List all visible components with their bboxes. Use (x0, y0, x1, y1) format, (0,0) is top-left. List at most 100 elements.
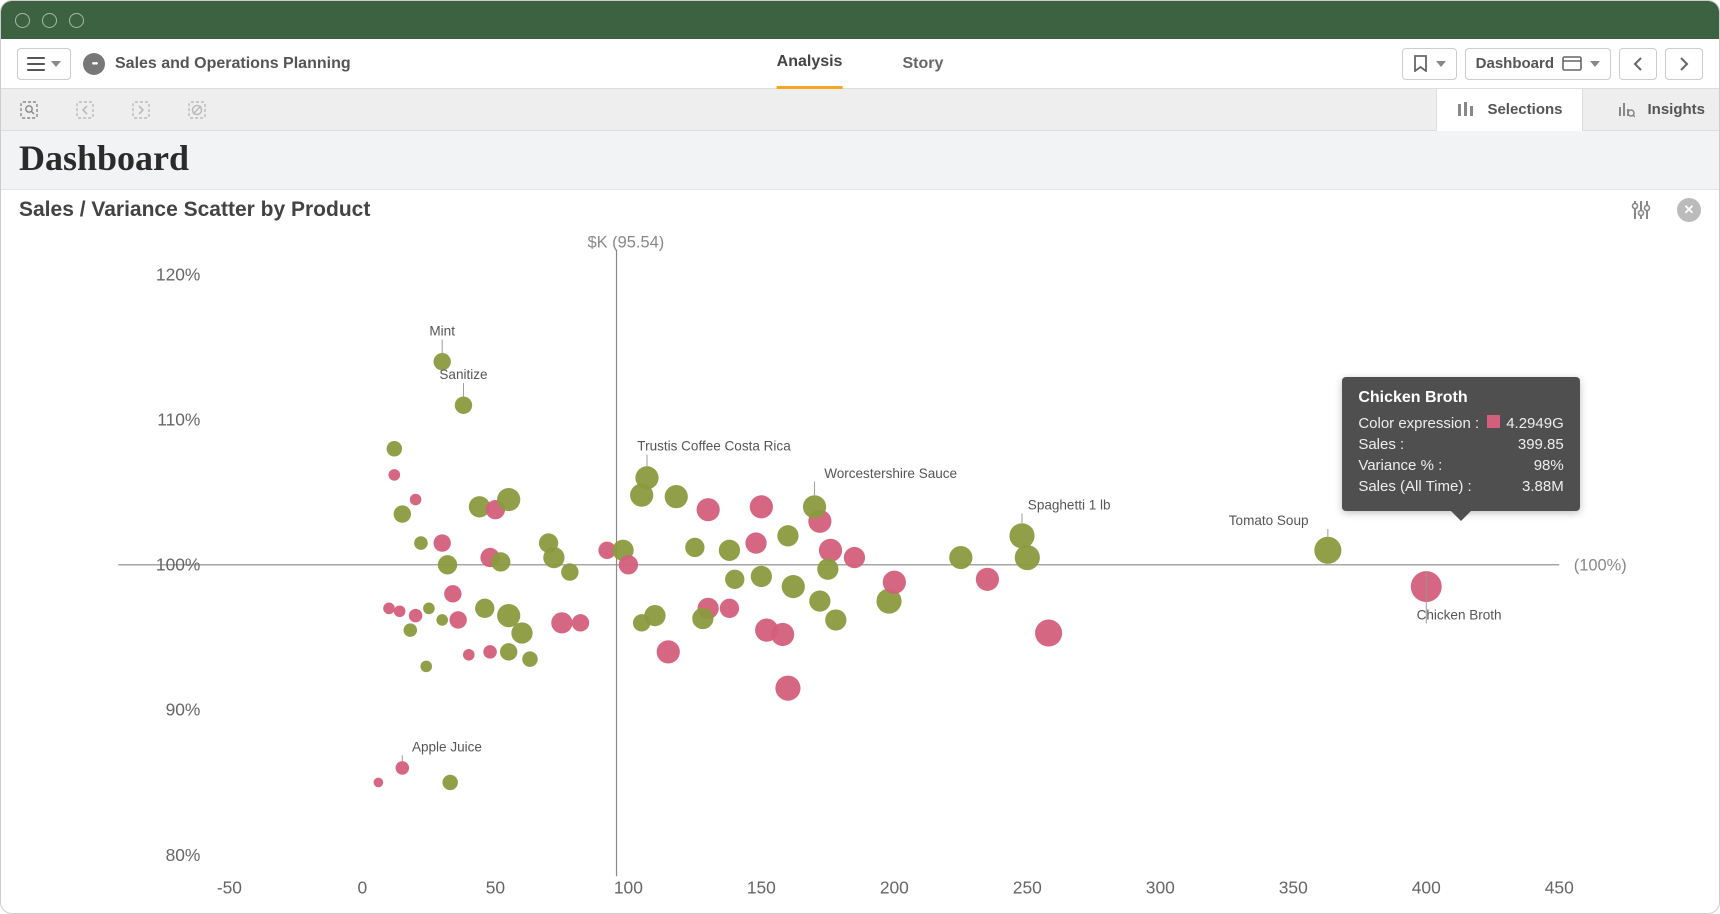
smart-search-icon[interactable] (15, 96, 43, 124)
sliders-icon[interactable] (1631, 199, 1651, 221)
point[interactable] (719, 540, 740, 561)
point[interactable] (436, 614, 448, 626)
tab-analysis[interactable]: Analysis (777, 39, 843, 89)
bookmarks-button[interactable] (1402, 48, 1457, 80)
chart-tooltip: Chicken Broth Color expression :4.2949GS… (1342, 377, 1579, 511)
selections-panel-button[interactable]: Selections (1436, 89, 1583, 131)
point[interactable] (775, 676, 800, 701)
point[interactable] (500, 643, 517, 660)
clear-selections-icon[interactable] (183, 96, 211, 124)
point-trustis-coffee-costa-rica[interactable] (635, 466, 658, 489)
point[interactable] (423, 603, 435, 615)
point[interactable] (777, 525, 798, 546)
point[interactable] (449, 611, 466, 628)
svg-text:90%: 90% (166, 700, 201, 720)
point[interactable] (1035, 619, 1062, 646)
point[interactable] (409, 609, 423, 623)
step-back-icon[interactable] (71, 96, 99, 124)
point[interactable] (819, 539, 842, 562)
point[interactable] (692, 608, 713, 629)
top-tabs: Analysis Story (777, 39, 944, 89)
point[interactable] (720, 599, 739, 618)
bookmark-icon (1413, 55, 1428, 72)
svg-text:100: 100 (614, 878, 643, 898)
tab-story[interactable]: Story (902, 39, 943, 89)
point[interactable] (685, 538, 704, 557)
insights-icon (1617, 101, 1635, 119)
point[interactable] (949, 546, 972, 569)
point[interactable] (414, 536, 428, 550)
svg-text:300: 300 (1146, 878, 1175, 898)
sheet-selector[interactable]: Dashboard (1465, 48, 1611, 80)
selections-icon (1457, 101, 1475, 119)
point[interactable] (665, 485, 688, 508)
svg-text:100%: 100% (156, 555, 200, 575)
point[interactable] (561, 563, 578, 580)
page-title: Dashboard (19, 137, 1701, 179)
point[interactable] (475, 599, 494, 618)
point-spaghetti-1-lb[interactable] (1009, 523, 1034, 548)
traffic-light-close[interactable] (15, 13, 30, 28)
point[interactable] (551, 612, 572, 633)
point[interactable] (1015, 545, 1040, 570)
point[interactable] (782, 575, 805, 598)
point[interactable] (522, 651, 537, 666)
point[interactable] (383, 603, 395, 615)
point[interactable] (463, 649, 475, 661)
prev-sheet-button[interactable] (1619, 48, 1657, 80)
point[interactable] (420, 661, 432, 673)
svg-text:Sanitize: Sanitize (439, 367, 487, 382)
step-forward-icon[interactable] (127, 96, 155, 124)
point[interactable] (751, 566, 772, 587)
point[interactable] (483, 645, 497, 659)
point[interactable] (491, 552, 510, 571)
point-worcestershire-sauce[interactable] (803, 495, 826, 518)
point[interactable] (725, 570, 744, 589)
point[interactable] (410, 494, 422, 506)
svg-text:120%: 120% (156, 264, 200, 284)
point[interactable] (825, 609, 846, 630)
point[interactable] (844, 547, 865, 568)
point[interactable] (374, 778, 384, 788)
point[interactable] (633, 614, 650, 631)
point[interactable] (697, 498, 720, 521)
point[interactable] (817, 559, 838, 580)
point[interactable] (433, 534, 450, 551)
point-apple-juice[interactable] (396, 761, 410, 775)
window-title-bar (1, 1, 1719, 39)
traffic-light-max[interactable] (69, 13, 84, 28)
point[interactable] (387, 441, 402, 456)
point[interactable] (389, 469, 401, 481)
svg-text:-50: -50 (217, 878, 242, 898)
point[interactable] (444, 585, 461, 602)
svg-text:350: 350 (1279, 878, 1308, 898)
point[interactable] (404, 623, 418, 637)
point[interactable] (511, 622, 532, 643)
close-fullscreen-button[interactable]: ✕ (1677, 198, 1701, 222)
point[interactable] (745, 532, 766, 553)
insights-panel-button[interactable]: Insights (1617, 101, 1705, 119)
svg-text:(100%): (100%) (1574, 557, 1627, 575)
point[interactable] (976, 568, 999, 591)
point-sanitize[interactable] (455, 397, 472, 414)
point[interactable] (394, 505, 411, 522)
point[interactable] (657, 640, 680, 663)
point[interactable] (394, 605, 406, 617)
global-menu-button[interactable] (17, 48, 71, 80)
point[interactable] (809, 590, 830, 611)
traffic-light-min[interactable] (42, 13, 57, 28)
scatter-plot[interactable]: (100%)$K (95.54)80%90%100%110%120%-50050… (1, 236, 1719, 913)
point[interactable] (619, 555, 638, 574)
point-tomato-soup[interactable] (1314, 537, 1341, 564)
point[interactable] (572, 614, 589, 631)
next-sheet-button[interactable] (1665, 48, 1703, 80)
point[interactable] (497, 488, 520, 511)
svg-text:0: 0 (358, 878, 368, 898)
point[interactable] (771, 623, 794, 646)
point[interactable] (543, 547, 564, 568)
point[interactable] (442, 775, 457, 790)
point[interactable] (883, 571, 906, 594)
point[interactable] (750, 495, 773, 518)
svg-text:Chicken Broth: Chicken Broth (1417, 607, 1502, 622)
point[interactable] (438, 555, 457, 574)
